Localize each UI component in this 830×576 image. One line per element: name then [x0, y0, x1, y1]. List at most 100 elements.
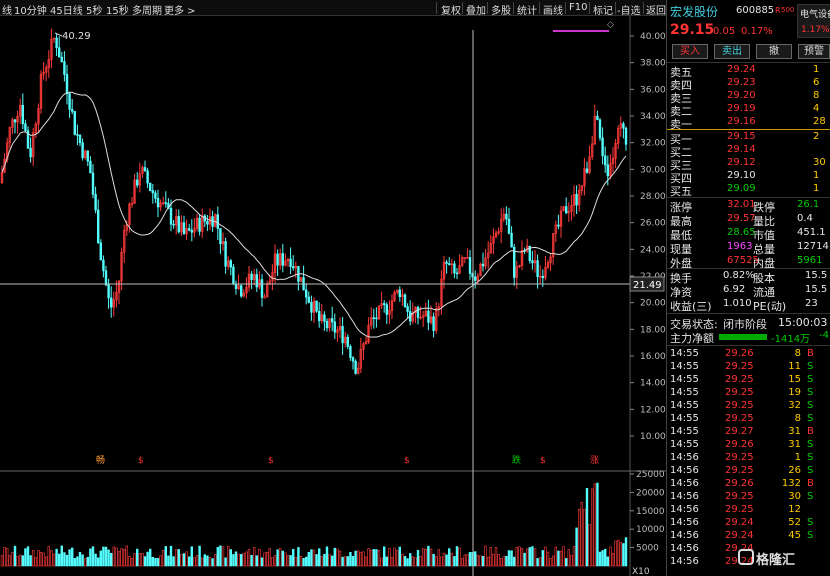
volume-bar	[133, 553, 136, 567]
ask-volume: 28	[813, 116, 826, 127]
tool-stats[interactable]: 统计	[517, 2, 537, 17]
volume-bar	[307, 551, 310, 567]
candle-body	[276, 253, 279, 266]
netflow-extra: -4	[819, 330, 829, 341]
candle-body	[263, 296, 266, 299]
price-grid	[0, 16, 666, 576]
high-label-pointer	[54, 32, 63, 37]
tool-back[interactable]: 返回	[646, 2, 666, 17]
tick-volume: 132	[781, 478, 801, 489]
period-more[interactable]: 更多 >	[164, 2, 196, 17]
volume-bar	[492, 553, 495, 567]
period-multi[interactable]: 多周期	[132, 2, 162, 17]
candle-body	[219, 228, 222, 245]
stat-label: PE(动)	[753, 300, 787, 313]
volume-bar	[486, 556, 490, 567]
candle-body	[406, 306, 409, 312]
volume-bar	[65, 554, 69, 567]
stat-value: 6.92	[723, 284, 746, 295]
volume-bar	[619, 542, 623, 567]
volume-bar	[263, 552, 266, 567]
candle-body	[624, 127, 628, 145]
volume-bar	[338, 550, 342, 567]
netflow-label: 主力净额	[670, 332, 714, 345]
tool-f10[interactable]: F10	[569, 2, 587, 13]
volume-bar	[255, 555, 258, 567]
candle-body	[575, 194, 578, 206]
volume-bar	[154, 557, 157, 567]
tick-side: S	[807, 530, 814, 541]
volume-bar	[143, 556, 147, 567]
volume-bar	[16, 555, 19, 567]
candle-body	[432, 316, 435, 331]
candle-body	[156, 198, 160, 208]
candle-body	[346, 336, 349, 347]
alert-button[interactable]: 预警	[798, 44, 830, 59]
volume-bar	[346, 556, 349, 567]
candle-body	[99, 242, 103, 261]
netflow-bar	[719, 334, 767, 340]
tool-watchlist[interactable]: -自选	[617, 2, 641, 17]
price-tick-label: 28.00	[640, 192, 666, 202]
volume-bar	[401, 553, 404, 567]
tick-side: B	[807, 426, 814, 437]
candle-body	[107, 284, 110, 299]
buy-button[interactable]: 买入	[672, 44, 708, 59]
volume-bar	[440, 556, 443, 567]
volume-bar	[247, 548, 251, 567]
tool-adjust[interactable]: 复权	[441, 2, 461, 17]
kline-chart[interactable]: 40.00 38.00 36.00 34.00 32.00 30.00 28.00 26.00…	[0, 16, 666, 576]
volume-bar	[39, 551, 43, 567]
volume-bar	[557, 550, 560, 567]
candle-body	[531, 260, 534, 264]
volume-bar	[21, 555, 24, 567]
candle-body	[557, 224, 560, 227]
period-10min[interactable]: 10分钟	[14, 2, 47, 17]
price-tick-label: 16.00	[640, 352, 666, 362]
tick-time: 14:56	[670, 543, 699, 554]
event-markers: 畅 $ $ $ 跌 $ 涨	[96, 454, 599, 466]
candle-body	[240, 285, 243, 297]
tool-overlay[interactable]: 叠加	[466, 2, 486, 17]
cancel-order-button[interactable]: 撤	[756, 44, 792, 59]
volume-bar	[341, 556, 344, 567]
volume-bar	[349, 552, 352, 567]
kline-chart-area[interactable]: 40.00 38.00 36.00 34.00 32.00 30.00 28.00 26.00…	[0, 16, 666, 576]
volume-bar	[380, 557, 383, 567]
candle-body	[146, 170, 149, 184]
volume-bar	[512, 556, 516, 567]
sector-box[interactable]: 电气设备 1.17%	[797, 4, 830, 38]
volume-bar	[112, 546, 116, 567]
volume-bar	[372, 549, 375, 567]
tick-side: S	[807, 452, 814, 463]
tool-multistock[interactable]: 多股	[491, 2, 511, 17]
sell-button[interactable]: 卖出	[714, 44, 750, 59]
period-5sec[interactable]: 5秒	[86, 2, 102, 17]
volume-bar	[343, 556, 347, 567]
tick-price: 29.25	[725, 400, 754, 411]
volume-bar	[273, 555, 277, 567]
candle-body	[255, 274, 258, 288]
volume-bar	[268, 548, 271, 567]
volume-bar	[518, 546, 521, 567]
volume-bar	[445, 554, 448, 567]
volume-bar	[429, 548, 433, 567]
volume-bar	[278, 548, 282, 567]
candle-body	[505, 213, 508, 220]
tool-mark[interactable]: 标记	[593, 2, 613, 17]
period-line[interactable]: 线	[2, 2, 12, 17]
tick-price: 29.25	[725, 504, 754, 515]
volume-bar	[442, 552, 446, 567]
stock-name[interactable]: 宏发股份	[670, 3, 718, 20]
toolbar-divider	[565, 2, 566, 14]
volume-bar	[253, 547, 256, 567]
period-45day[interactable]: 45日线	[50, 2, 83, 17]
volume-unit-label: X10	[632, 567, 650, 576]
volume-bar	[406, 558, 409, 567]
period-15sec[interactable]: 15秒	[106, 2, 129, 17]
volume-bar	[596, 482, 599, 567]
volume-bar	[403, 556, 407, 567]
stat-value: 451.1	[797, 227, 826, 238]
tool-draw[interactable]: 画线	[543, 2, 563, 17]
stat-value: 5961	[797, 255, 823, 266]
